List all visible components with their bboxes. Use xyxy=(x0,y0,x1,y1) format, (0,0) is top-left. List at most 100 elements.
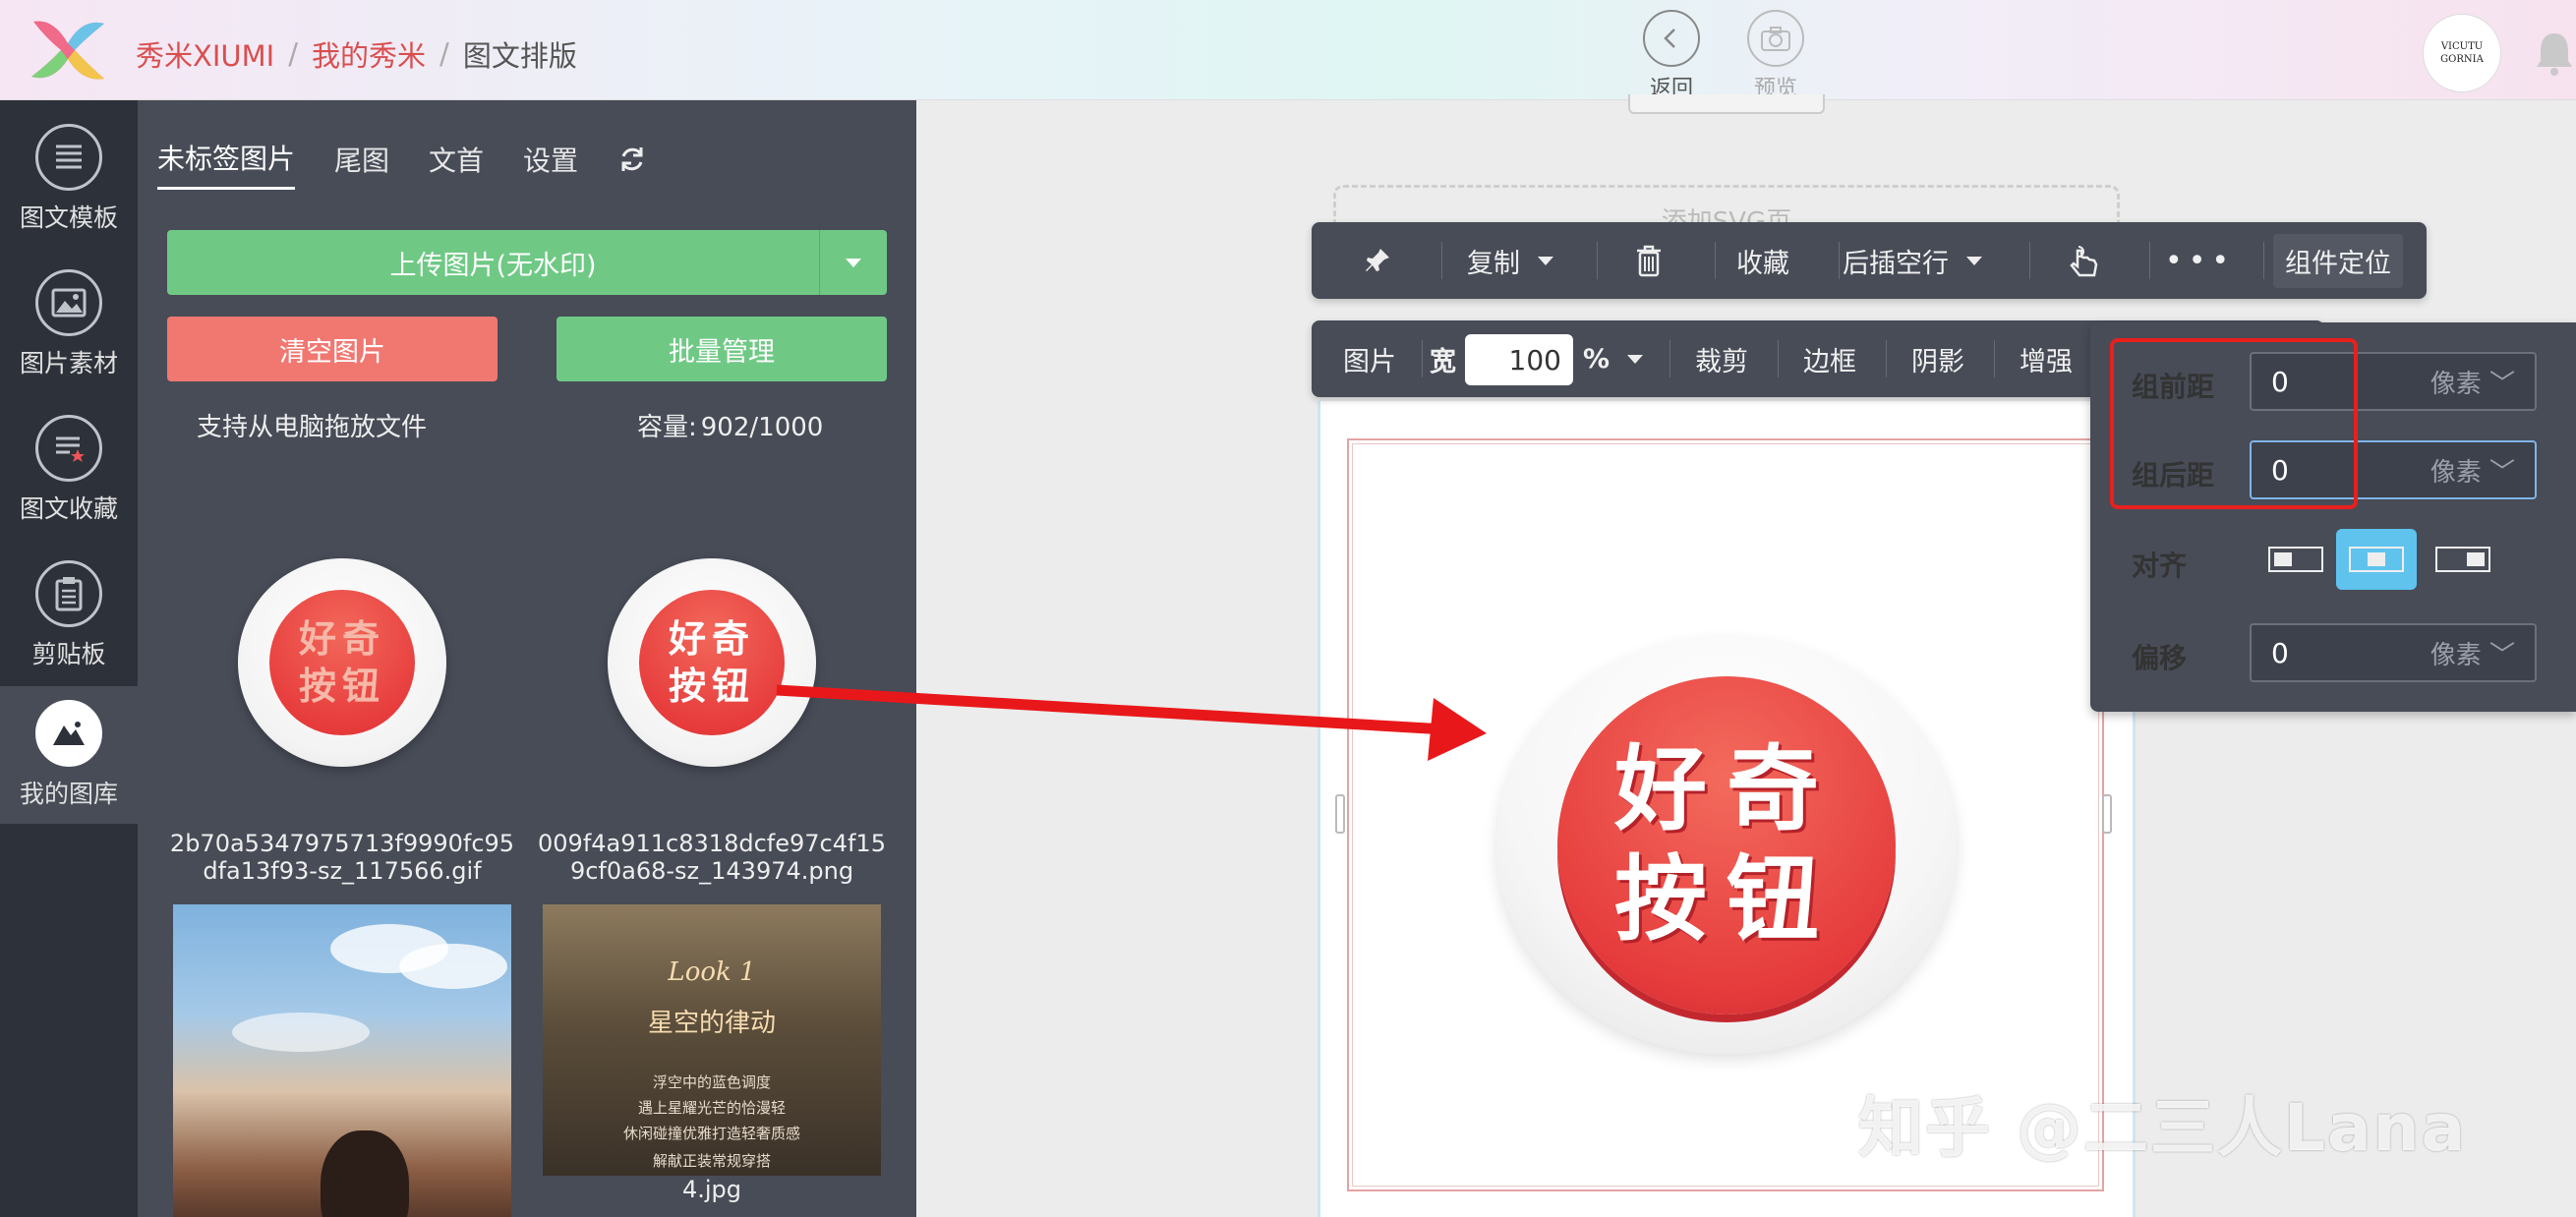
unit-dropdown-caret-icon[interactable] xyxy=(1627,354,1644,364)
align-row: 对齐 xyxy=(2132,545,2250,584)
poster-line: 浮空中的蓝色调度 xyxy=(652,1073,771,1091)
thumbnail-text: 按钮 xyxy=(668,665,755,708)
image-thumbnail[interactable]: 好奇 按钮 xyxy=(238,558,446,767)
nav-item-templates[interactable]: 图文模板 xyxy=(0,110,138,248)
copy-dropdown-caret-icon[interactable] xyxy=(1538,256,1553,265)
preview-button[interactable]: 预览 xyxy=(1736,10,1815,102)
upload-dropdown-caret-icon[interactable] xyxy=(820,230,887,295)
image-thumbnail-photo[interactable] xyxy=(173,904,511,1217)
clipboard-icon xyxy=(35,560,102,627)
favorite-icon xyxy=(35,415,102,482)
image-filename: 009f4a911c8318dcfe97c4f159cf0a68-sz_1439… xyxy=(538,830,886,885)
nav-item-image-material[interactable]: 图片素材 xyxy=(0,256,138,393)
thumbnail-text: 好奇 xyxy=(668,617,755,661)
nav-label: 图文模板 xyxy=(19,203,118,232)
breadcrumb-home[interactable]: 秀米XIUMI xyxy=(136,33,274,75)
photo-cloud xyxy=(232,1013,370,1052)
photo-cloud xyxy=(399,944,507,989)
align-right-button[interactable] xyxy=(2423,529,2503,590)
favorite-button[interactable]: 收藏 xyxy=(1736,222,1789,299)
batch-manage-button[interactable]: 批量管理 xyxy=(556,317,887,381)
unit-select[interactable]: 像素 ﹀ xyxy=(2430,452,2515,489)
image-filename: 4.jpg xyxy=(681,1176,742,1203)
refresh-icon[interactable] xyxy=(617,145,647,174)
divider xyxy=(1994,340,1995,377)
border-button[interactable]: 边框 xyxy=(1803,320,1856,397)
image-material-icon xyxy=(35,269,102,336)
bell-icon[interactable] xyxy=(2535,29,2574,77)
poster-title: Look 1 xyxy=(668,957,756,987)
nav-item-favorites[interactable]: 图文收藏 xyxy=(0,401,138,539)
thumbnail-button-graphic: 好奇 按钮 xyxy=(269,590,415,735)
width-unit-select[interactable]: % xyxy=(1583,320,1644,397)
nav-item-clipboard[interactable]: 剪贴板 xyxy=(0,547,138,684)
thumbnail-button-graphic: 好奇 按钮 xyxy=(639,590,785,735)
unit-select[interactable]: 像素 ﹀ xyxy=(2430,635,2515,671)
tab-header[interactable]: 文首 xyxy=(429,140,484,189)
offset-input[interactable]: 0 像素 ﹀ xyxy=(2250,623,2537,682)
back-chevron-icon xyxy=(1643,10,1700,67)
nav-item-my-gallery[interactable]: 我的图库 xyxy=(0,686,138,824)
breadcrumb: 秀米XIUMI / 我的秀米 / 图文排版 xyxy=(136,33,577,75)
tab-untagged[interactable]: 未标签图片 xyxy=(157,138,296,190)
button-text: 按钮 xyxy=(1613,846,1839,954)
insert-line-dropdown-caret-icon[interactable] xyxy=(1966,256,1982,265)
library-tabs: 未标签图片 尾图 文首 设置 xyxy=(157,138,647,190)
left-nav: 图文模板 图片素材 图文收藏 剪贴板 我的图库 xyxy=(0,100,138,1217)
insert-empty-line-button[interactable]: 后插空行 xyxy=(1843,222,1982,299)
copy-button[interactable]: 复制 xyxy=(1467,222,1553,299)
resize-handle-left[interactable] xyxy=(1335,794,1345,834)
width-label: 宽 xyxy=(1430,346,1456,377)
gallery-icon xyxy=(35,700,102,767)
more-button[interactable]: ••• xyxy=(2165,222,2235,299)
align-center-icon xyxy=(2349,547,2404,572)
poster-line: 休闲碰撞优雅打造轻奢质感 xyxy=(622,1125,800,1142)
crop-button[interactable]: 裁剪 xyxy=(1695,320,1748,397)
divider xyxy=(1422,340,1423,377)
back-button[interactable]: 返回 xyxy=(1632,10,1711,102)
unit-label: 像素 xyxy=(2430,369,2482,399)
enhance-button[interactable]: 增强 xyxy=(2020,320,2073,397)
divider xyxy=(1441,242,1442,279)
thumbnail-text: 按钮 xyxy=(298,665,385,708)
tab-settings[interactable]: 设置 xyxy=(523,140,578,189)
nav-label: 图片素材 xyxy=(19,349,118,377)
resize-handle-right[interactable] xyxy=(2102,794,2112,834)
input-value: 0 xyxy=(2271,636,2289,669)
align-center-button[interactable] xyxy=(2336,529,2417,590)
capacity: 容量: 902/1000 xyxy=(637,407,823,443)
align-label: 对齐 xyxy=(2132,550,2188,582)
image-thumbnail-poster[interactable]: Look 1 星空的律动 浮空中的蓝色调度 遇上星耀光芒的恰漫轻 休闲碰撞优雅打… xyxy=(543,904,881,1176)
curious-button-image[interactable]: 好奇 按钮 xyxy=(1496,637,1957,1054)
divider xyxy=(1715,242,1716,279)
interaction-button[interactable] xyxy=(2065,222,2104,299)
breadcrumb-separator: / xyxy=(439,37,449,71)
shadow-button[interactable]: 阴影 xyxy=(1911,320,1964,397)
breadcrumb-my-xiumi[interactable]: 我的秀米 xyxy=(312,33,426,75)
xiumi-logo-icon[interactable] xyxy=(24,14,112,87)
tab-tail-image[interactable]: 尾图 xyxy=(334,140,389,189)
width-input[interactable]: 100 xyxy=(1465,334,1573,385)
poster-line: 解献正装常规穿搭 xyxy=(652,1152,771,1170)
unit-select[interactable]: 像素 ﹀ xyxy=(2430,364,2515,400)
avatar[interactable]: VICUTU GORNIA xyxy=(2423,14,2501,92)
insert-line-label: 后插空行 xyxy=(1843,248,1949,279)
capacity-label: 容量: xyxy=(637,413,697,442)
divider xyxy=(1886,340,1887,377)
photo-person xyxy=(321,1130,409,1217)
locate-component-button[interactable]: 组件定位 xyxy=(2273,222,2403,299)
upload-button[interactable]: 上传图片(无水印) xyxy=(167,230,887,295)
divider xyxy=(1778,340,1779,377)
image-thumbnail[interactable]: 好奇 按钮 xyxy=(608,558,816,767)
upload-label[interactable]: 上传图片(无水印) xyxy=(167,230,820,295)
delete-button[interactable] xyxy=(1634,222,1664,299)
nav-label: 图文收藏 xyxy=(19,494,118,523)
clear-images-button[interactable]: 清空图片 xyxy=(167,317,498,381)
divider xyxy=(2029,242,2030,279)
pin-button[interactable] xyxy=(1363,222,1392,299)
button-text: 好奇 xyxy=(1613,736,1839,843)
align-left-icon xyxy=(2268,547,2323,572)
divider xyxy=(1839,242,1840,279)
camera-icon xyxy=(1747,10,1804,67)
align-left-button[interactable] xyxy=(2255,529,2336,590)
